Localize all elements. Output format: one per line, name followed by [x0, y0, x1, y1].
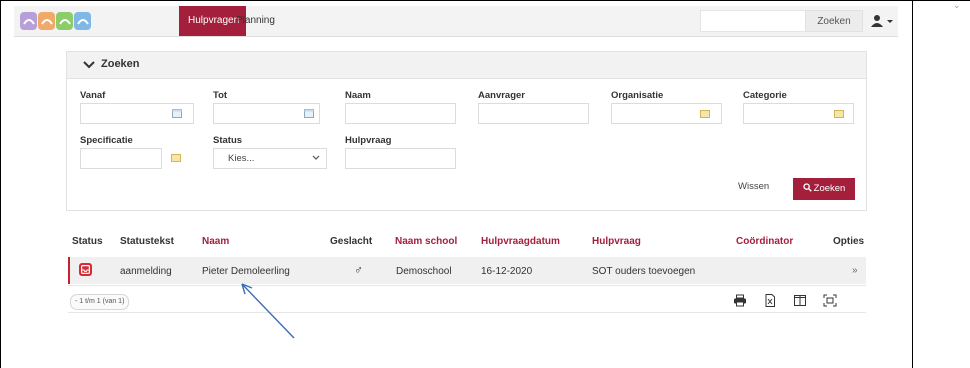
table-bottom-divider: [68, 312, 866, 313]
cell-naam-school: Demoschool: [396, 266, 452, 277]
fullscreen-icon[interactable]: [823, 294, 837, 307]
search-button[interactable]: Zoeken: [793, 178, 855, 200]
corner-chevron-icon: ⌄: [953, 0, 961, 10]
nav-search-button[interactable]: Zoeken: [805, 10, 863, 32]
search-panel-header[interactable]: Zoeken: [67, 52, 866, 79]
chevron-down-icon: [312, 155, 320, 160]
categorie-label: Categorie: [743, 90, 787, 101]
col-geslacht[interactable]: Geslacht: [330, 236, 372, 247]
columns-icon[interactable]: [793, 294, 807, 307]
calendar-icon[interactable]: [304, 109, 314, 118]
col-opties: Opties: [833, 236, 865, 247]
status-select[interactable]: Kies...: [213, 148, 327, 169]
row-status-bar: [68, 257, 70, 284]
search-button-label: Zoeken: [813, 183, 846, 194]
print-icon[interactable]: [733, 294, 747, 307]
cell-statustekst: aanmelding: [120, 266, 172, 277]
aanvrager-input[interactable]: [478, 103, 589, 124]
aanvrager-label: Aanvrager: [478, 90, 525, 101]
col-status[interactable]: Status: [72, 236, 103, 247]
cell-hulpvraagdatum: 16-12-2020: [481, 266, 533, 277]
organisatie-label: Organisatie: [611, 90, 664, 101]
export-excel-icon[interactable]: [763, 294, 777, 307]
table-row[interactable]: aanmelding Pieter Demoleerling ♂ Demosch…: [68, 257, 866, 284]
user-icon[interactable]: [870, 14, 894, 28]
row-options-chevron-icon[interactable]: »: [852, 265, 858, 276]
pagination-info: - 1 t/m 1 (van 1): [70, 294, 130, 310]
hulpvraag-label: Hulpvraag: [345, 135, 392, 146]
search-icon: [803, 183, 812, 192]
nav-search-input[interactable]: [700, 10, 806, 32]
col-naam[interactable]: Naam: [202, 236, 229, 247]
hulpvraag-input[interactable]: [345, 148, 456, 169]
lookup-icon[interactable]: [834, 109, 844, 118]
col-coordinator[interactable]: Coördinator: [736, 236, 793, 247]
col-naam-school[interactable]: Naam school: [395, 236, 457, 247]
col-hulpvraag[interactable]: Hulpvraag: [592, 236, 641, 247]
cell-hulpvraag: SOT ouders toevoegen: [592, 266, 696, 277]
specificatie-input[interactable]: [80, 148, 162, 169]
tot-label: Tot: [213, 90, 228, 101]
col-hulpvraagdatum[interactable]: Hulpvraagdatum: [481, 236, 560, 247]
naam-label: Naam: [345, 90, 371, 101]
top-navbar: Hulpvragen Planning Zoeken: [14, 6, 898, 37]
lookup-icon[interactable]: [171, 153, 181, 162]
app-logo[interactable]: [18, 10, 178, 32]
screenshot-border-left: [0, 0, 1, 368]
specificatie-label: Specificatie: [80, 135, 133, 146]
screenshot-border-top: [0, 0, 970, 1]
status-select-value: Kies...: [228, 153, 255, 164]
vanaf-label: Vanaf: [80, 90, 106, 101]
clear-button[interactable]: Wissen: [738, 181, 769, 192]
naam-input[interactable]: [345, 103, 456, 124]
calendar-icon[interactable]: [172, 109, 182, 118]
screenshot-border-right: [912, 0, 913, 368]
chevron-down-icon[interactable]: [83, 60, 95, 70]
cell-naam[interactable]: Pieter Demoleerling: [202, 266, 290, 277]
row-divider: [68, 285, 866, 286]
col-statustekst[interactable]: Statustekst: [120, 236, 174, 247]
male-icon: ♂: [354, 263, 363, 277]
annotation-arrow: [241, 283, 295, 339]
tab-planning[interactable]: Planning: [227, 6, 284, 36]
search-panel-title: Zoeken: [101, 58, 140, 70]
status-label: Status: [213, 135, 243, 146]
status-inbox-icon: [79, 263, 92, 276]
lookup-icon[interactable]: [700, 109, 710, 118]
